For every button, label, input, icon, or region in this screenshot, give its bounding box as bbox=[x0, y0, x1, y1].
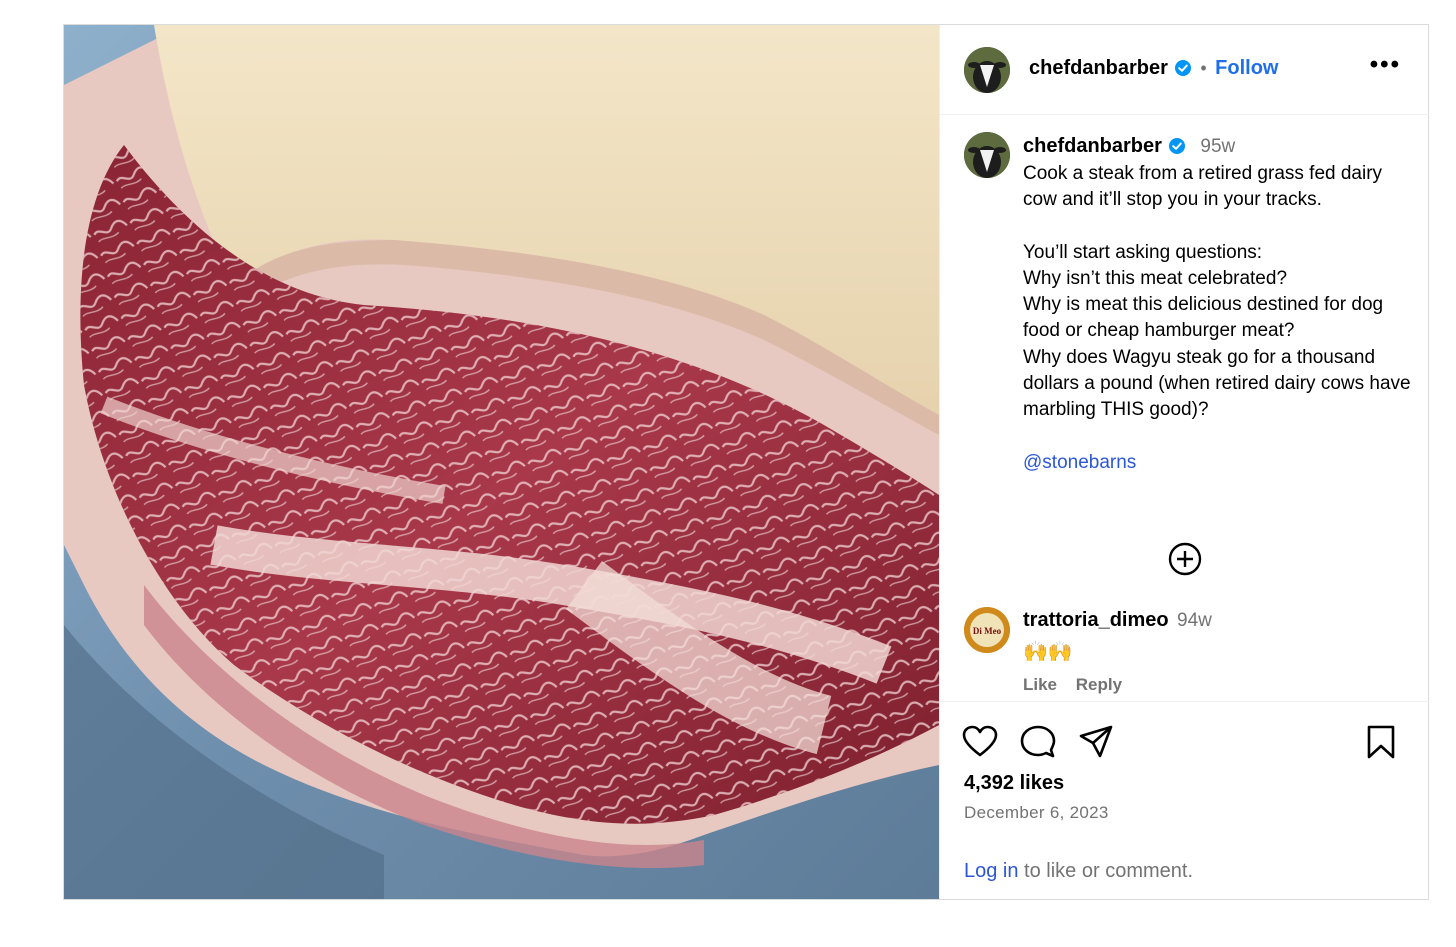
post-header: chefdanbarber • Follow ••• bbox=[940, 25, 1429, 115]
caption-line-questions: You’ll start asking questions: bbox=[1023, 241, 1263, 263]
heart-icon[interactable] bbox=[962, 724, 998, 765]
comment-timestamp[interactable]: 94w bbox=[1177, 610, 1212, 631]
caption-author-avatar[interactable] bbox=[964, 132, 1010, 178]
verified-badge-icon bbox=[1168, 137, 1186, 160]
author-avatar[interactable] bbox=[964, 47, 1010, 93]
caption-username[interactable]: chefdanbarber bbox=[1023, 135, 1162, 157]
svg-text:Di Meo: Di Meo bbox=[973, 626, 1002, 636]
login-prompt: Log in to like or comment. bbox=[964, 860, 1193, 883]
post-date[interactable]: December 6, 2023 bbox=[964, 803, 1109, 823]
header-user-line: chefdanbarber • Follow bbox=[1029, 57, 1278, 82]
caption-paragraph-1: Cook a steak from a retired grass fed da… bbox=[1023, 163, 1383, 211]
caption-header: chefdanbarber 95w bbox=[1023, 135, 1235, 160]
comment-like-button[interactable]: Like bbox=[1023, 675, 1057, 694]
comment-icon[interactable] bbox=[1020, 724, 1056, 765]
caption-line-question-2: Why is meat this delicious destined for … bbox=[1023, 294, 1384, 342]
verified-badge-icon bbox=[1174, 59, 1192, 82]
login-prompt-text: to like or comment. bbox=[1018, 860, 1194, 882]
add-circle-icon bbox=[1168, 542, 1202, 576]
caption-text: Cook a steak from a retired grass fed da… bbox=[1023, 161, 1413, 476]
post-image-steak[interactable] bbox=[64, 25, 939, 899]
steak-photo bbox=[64, 25, 939, 899]
load-more-comments-icon[interactable] bbox=[1168, 542, 1202, 581]
mention-link[interactable]: @stonebarns bbox=[1023, 452, 1136, 473]
comment-actions: Like Reply bbox=[1023, 675, 1136, 695]
bookmark-icon[interactable] bbox=[1364, 724, 1398, 765]
comment-text: 🙌🙌 bbox=[1023, 641, 1073, 663]
follow-button[interactable]: Follow bbox=[1215, 57, 1278, 79]
share-icon[interactable] bbox=[1078, 724, 1114, 765]
caption-timestamp[interactable]: 95w bbox=[1200, 136, 1235, 157]
instagram-post: chefdanbarber • Follow ••• chefdanbarber… bbox=[63, 24, 1429, 900]
commenter-avatar[interactable]: Di Meo bbox=[964, 607, 1010, 653]
post-footer: 4,392 likes December 6, 2023 Log in to l… bbox=[940, 701, 1429, 900]
caption-line-question-1: Why isn’t this meat celebrated? bbox=[1023, 267, 1288, 289]
cow-avatar-image bbox=[964, 47, 1010, 93]
cow-avatar-image bbox=[964, 132, 1010, 178]
more-options-icon[interactable]: ••• bbox=[1370, 53, 1401, 77]
login-link[interactable]: Log in bbox=[964, 860, 1019, 882]
author-username[interactable]: chefdanbarber bbox=[1029, 57, 1168, 79]
caption-and-comments[interactable]: chefdanbarber 95w Cook a steak from a re… bbox=[940, 115, 1429, 700]
commenter-username[interactable]: trattoria_dimeo bbox=[1023, 609, 1169, 631]
caption-line-question-3: Why does Wagyu steak go for a thousand d… bbox=[1023, 346, 1411, 421]
post-side-panel: chefdanbarber • Follow ••• chefdanbarber… bbox=[939, 25, 1429, 900]
comment-reply-button[interactable]: Reply bbox=[1076, 675, 1122, 694]
trattoria-logo-avatar: Di Meo bbox=[964, 607, 1010, 653]
separator-dot: • bbox=[1200, 58, 1207, 78]
comment-header: trattoria_dimeo 94w bbox=[1023, 609, 1212, 632]
likes-count[interactable]: 4,392 likes bbox=[964, 772, 1064, 795]
